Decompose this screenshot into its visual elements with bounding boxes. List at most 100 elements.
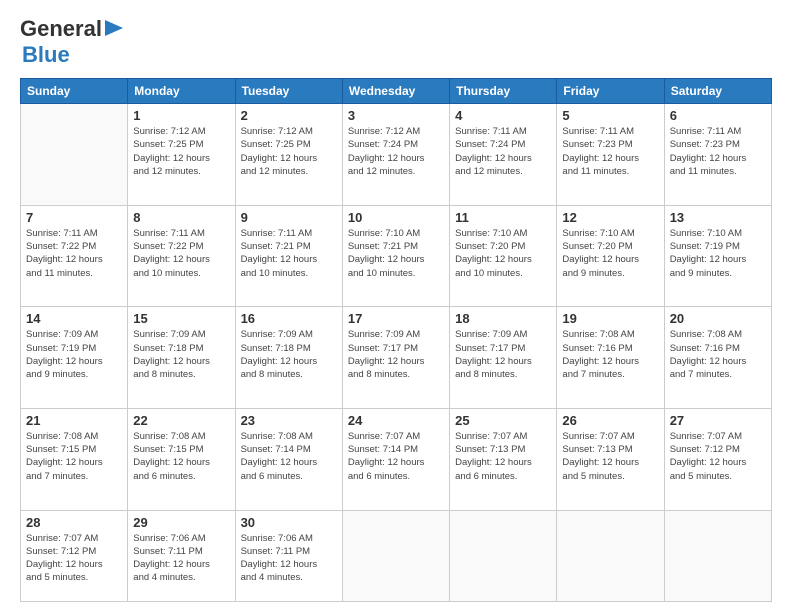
day-number: 27	[670, 413, 766, 428]
day-number: 6	[670, 108, 766, 123]
weekday-header-tuesday: Tuesday	[235, 79, 342, 104]
logo-arrow-icon	[105, 20, 123, 41]
header: General Blue	[20, 16, 772, 68]
calendar-cell: 20 Sunrise: 7:08 AMSunset: 7:16 PMDayligh…	[664, 307, 771, 409]
calendar-cell: 21Sunrise: 7:08 AMSunset: 7:15 PMDayligh…	[21, 408, 128, 510]
day-number: 10	[348, 210, 444, 225]
day-info: Sunrise: 7:11 AMSunset: 7:23 PMDaylight:…	[562, 125, 658, 178]
day-number: 29	[133, 515, 229, 530]
logo-blue-text: Blue	[22, 42, 70, 67]
day-info: Sunrise: 7:11 AMSunset: 7:22 PMDaylight:…	[133, 227, 229, 280]
calendar-cell: 1Sunrise: 7:12 AMSunset: 7:25 PMDaylight…	[128, 104, 235, 206]
day-number: 21	[26, 413, 122, 428]
day-info: Sunrise: 7:10 AMSunset: 7:19 PMDaylight:…	[670, 227, 766, 280]
calendar-cell: 8Sunrise: 7:11 AMSunset: 7:22 PMDaylight…	[128, 205, 235, 307]
day-number: 25	[455, 413, 551, 428]
calendar-cell: 26 Sunrise: 7:07 AMSunset: 7:13 PMDayligh…	[557, 408, 664, 510]
day-info: Sunrise: 7:06 AMSunset: 7:11 PMDaylight:…	[133, 532, 229, 585]
day-number: 26	[562, 413, 658, 428]
day-number: 30	[241, 515, 337, 530]
day-info: Sunrise: 7:11 AMSunset: 7:21 PMDaylight:…	[241, 227, 337, 280]
day-info: Sunrise: 7:09 AMSunset: 7:18 PMDaylight:…	[133, 328, 229, 381]
day-info: Sunrise: 7:10 AMSunset: 7:21 PMDaylight:…	[348, 227, 444, 280]
day-info: Sunrise: 7:07 AMSunset: 7:13 PMDaylight:…	[562, 430, 658, 483]
calendar-week-row: 28 Sunrise: 7:07 AMSunset: 7:12 PMDayligh…	[21, 510, 772, 602]
calendar-cell: 5 Sunrise: 7:11 AMSunset: 7:23 PMDaylight…	[557, 104, 664, 206]
calendar-week-row: 14 Sunrise: 7:09 AMSunset: 7:19 PMDayligh…	[21, 307, 772, 409]
calendar-cell: 19 Sunrise: 7:08 AMSunset: 7:16 PMDayligh…	[557, 307, 664, 409]
calendar-cell: 27 Sunrise: 7:07 AMSunset: 7:12 PMDayligh…	[664, 408, 771, 510]
day-info: Sunrise: 7:08 AMSunset: 7:16 PMDaylight:…	[562, 328, 658, 381]
calendar-cell: 28 Sunrise: 7:07 AMSunset: 7:12 PMDayligh…	[21, 510, 128, 602]
calendar-week-row: 1Sunrise: 7:12 AMSunset: 7:25 PMDaylight…	[21, 104, 772, 206]
day-info: Sunrise: 7:07 AMSunset: 7:12 PMDaylight:…	[26, 532, 122, 585]
logo: General Blue	[20, 16, 123, 68]
weekday-header-row: SundayMondayTuesdayWednesdayThursdayFrid…	[21, 79, 772, 104]
calendar-cell: 14 Sunrise: 7:09 AMSunset: 7:19 PMDayligh…	[21, 307, 128, 409]
calendar-cell	[21, 104, 128, 206]
day-info: Sunrise: 7:08 AMSunset: 7:15 PMDaylight:…	[133, 430, 229, 483]
calendar-cell: 29 Sunrise: 7:06 AMSunset: 7:11 PMDayligh…	[128, 510, 235, 602]
day-info: Sunrise: 7:08 AMSunset: 7:14 PMDaylight:…	[241, 430, 337, 483]
calendar-cell: 4 Sunrise: 7:11 AMSunset: 7:24 PMDaylight…	[450, 104, 557, 206]
calendar-cell: 17 Sunrise: 7:09 AMSunset: 7:17 PMDayligh…	[342, 307, 449, 409]
weekday-header-friday: Friday	[557, 79, 664, 104]
day-number: 7	[26, 210, 122, 225]
day-info: Sunrise: 7:09 AMSunset: 7:17 PMDaylight:…	[348, 328, 444, 381]
calendar-cell	[450, 510, 557, 602]
calendar-week-row: 21 Sunrise: 7:08 AMSunset: 7:15 PMDayligh…	[21, 408, 772, 510]
page: General Blue SundayMondayTuesdayWednesda…	[0, 0, 792, 612]
day-info: Sunrise: 7:09 AMSunset: 7:19 PMDaylight:…	[26, 328, 122, 381]
calendar-week-row: 7 Sunrise: 7:11 AMSunset: 7:22 PMDaylight…	[21, 205, 772, 307]
day-info: Sunrise: 7:10 AMSunset: 7:20 PMDaylight:…	[562, 227, 658, 280]
calendar-table: SundayMondayTuesdayWednesdayThursdayFrid…	[20, 78, 772, 602]
calendar-cell: 16 Sunrise: 7:09 AMSunset: 7:18 PMDayligh…	[235, 307, 342, 409]
calendar-cell: 11 Sunrise: 7:10 AMSunset: 7:20 PMDayligh…	[450, 205, 557, 307]
day-info: Sunrise: 7:07 AMSunset: 7:12 PMDaylight:…	[670, 430, 766, 483]
day-number: 4	[455, 108, 551, 123]
day-info: Sunrise: 7:12 AMSunset: 7:25 PMDaylight:…	[241, 125, 337, 178]
day-info: Sunrise: 7:09 AMSunset: 7:17 PMDaylight:…	[455, 328, 551, 381]
weekday-header-wednesday: Wednesday	[342, 79, 449, 104]
day-number: 3	[348, 108, 444, 123]
logo-general: General	[20, 16, 102, 42]
day-info: Sunrise: 7:12 AMSunset: 7:24 PMDaylight:…	[348, 125, 444, 178]
day-info: Sunrise: 7:07 AMSunset: 7:14 PMDaylight:…	[348, 430, 444, 483]
weekday-header-thursday: Thursday	[450, 79, 557, 104]
calendar-cell	[342, 510, 449, 602]
day-number: 13	[670, 210, 766, 225]
calendar-cell: 10 Sunrise: 7:10 AMSunset: 7:21 PMDayligh…	[342, 205, 449, 307]
day-number: 23	[241, 413, 337, 428]
day-number: 28	[26, 515, 122, 530]
day-number: 9	[241, 210, 337, 225]
day-number: 20	[670, 311, 766, 326]
calendar-cell: 24Sunrise: 7:07 AMSunset: 7:14 PMDayligh…	[342, 408, 449, 510]
day-info: Sunrise: 7:09 AMSunset: 7:18 PMDaylight:…	[241, 328, 337, 381]
day-info: Sunrise: 7:11 AMSunset: 7:22 PMDaylight:…	[26, 227, 122, 280]
day-number: 15	[133, 311, 229, 326]
day-info: Sunrise: 7:07 AMSunset: 7:13 PMDaylight:…	[455, 430, 551, 483]
day-info: Sunrise: 7:11 AMSunset: 7:24 PMDaylight:…	[455, 125, 551, 178]
day-number: 16	[241, 311, 337, 326]
calendar-cell: 22 Sunrise: 7:08 AMSunset: 7:15 PMDayligh…	[128, 408, 235, 510]
calendar-cell: 15 Sunrise: 7:09 AMSunset: 7:18 PMDayligh…	[128, 307, 235, 409]
day-number: 5	[562, 108, 658, 123]
day-number: 12	[562, 210, 658, 225]
day-number: 14	[26, 311, 122, 326]
day-info: Sunrise: 7:08 AMSunset: 7:16 PMDaylight:…	[670, 328, 766, 381]
calendar-cell: 18 Sunrise: 7:09 AMSunset: 7:17 PMDayligh…	[450, 307, 557, 409]
day-info: Sunrise: 7:12 AMSunset: 7:25 PMDaylight:…	[133, 125, 229, 178]
day-number: 22	[133, 413, 229, 428]
calendar-cell: 25 Sunrise: 7:07 AMSunset: 7:13 PMDayligh…	[450, 408, 557, 510]
calendar-cell: 13 Sunrise: 7:10 AMSunset: 7:19 PMDayligh…	[664, 205, 771, 307]
calendar-cell: 6Sunrise: 7:11 AMSunset: 7:23 PMDaylight…	[664, 104, 771, 206]
weekday-header-monday: Monday	[128, 79, 235, 104]
day-number: 18	[455, 311, 551, 326]
day-info: Sunrise: 7:10 AMSunset: 7:20 PMDaylight:…	[455, 227, 551, 280]
weekday-header-sunday: Sunday	[21, 79, 128, 104]
day-number: 11	[455, 210, 551, 225]
calendar-cell: 12 Sunrise: 7:10 AMSunset: 7:20 PMDayligh…	[557, 205, 664, 307]
day-number: 19	[562, 311, 658, 326]
day-number: 17	[348, 311, 444, 326]
calendar-cell	[664, 510, 771, 602]
